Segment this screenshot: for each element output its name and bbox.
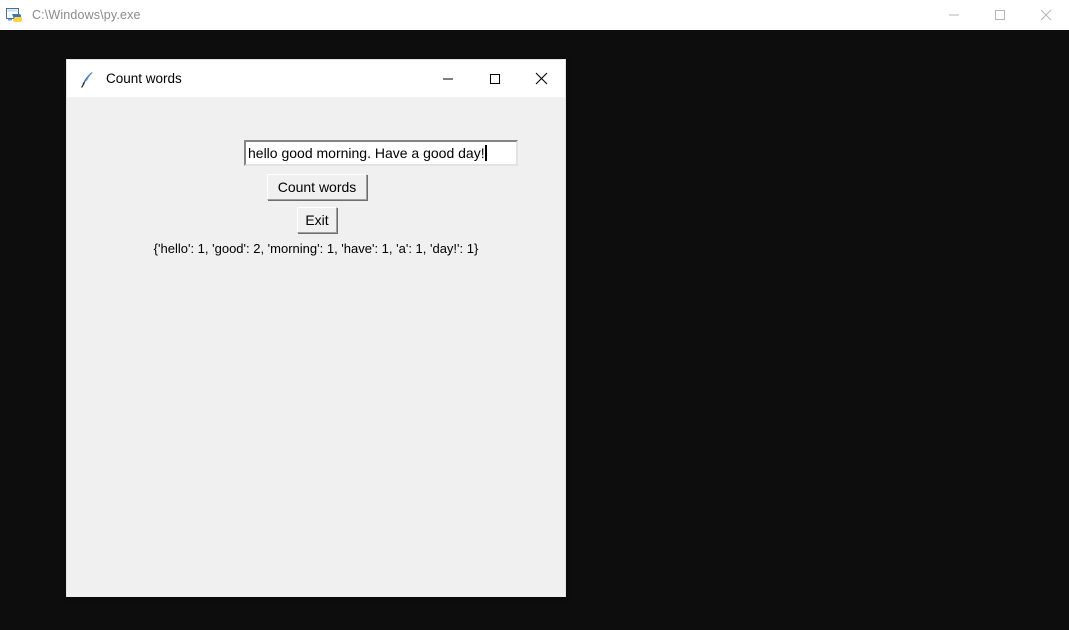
word-count-result: {'hello': 1, 'good': 2, 'morning': 1, 'h… [67, 241, 565, 256]
app-window-controls [424, 60, 565, 97]
exit-button[interactable]: Exit [297, 207, 337, 233]
console-close-button[interactable] [1023, 0, 1069, 30]
app-client-area: hello good morning. Have a good day! Cou… [67, 98, 565, 597]
text-input-value: hello good morning. Have a good day! [246, 143, 485, 163]
app-titlebar[interactable]: Count words [67, 60, 565, 98]
app-title: Count words [106, 71, 182, 86]
feather-icon [77, 69, 97, 89]
console-maximize-button[interactable] [977, 0, 1023, 30]
count-words-button[interactable]: Count words [267, 174, 367, 200]
app-minimize-button[interactable] [424, 60, 471, 97]
app-close-button[interactable] [518, 60, 565, 97]
console-title: C:\Windows\py.exe [32, 8, 141, 22]
text-caret [485, 145, 487, 161]
app-maximize-button[interactable] [471, 60, 518, 97]
console-window-controls [931, 0, 1069, 30]
console-minimize-button[interactable] [931, 0, 977, 30]
text-input-field[interactable]: hello good morning. Have a good day! [244, 140, 518, 166]
count-words-window: Count words hello good morning. Have a g… [66, 59, 566, 597]
python-console-icon [6, 6, 24, 24]
console-titlebar[interactable]: C:\Windows\py.exe [0, 0, 1069, 30]
